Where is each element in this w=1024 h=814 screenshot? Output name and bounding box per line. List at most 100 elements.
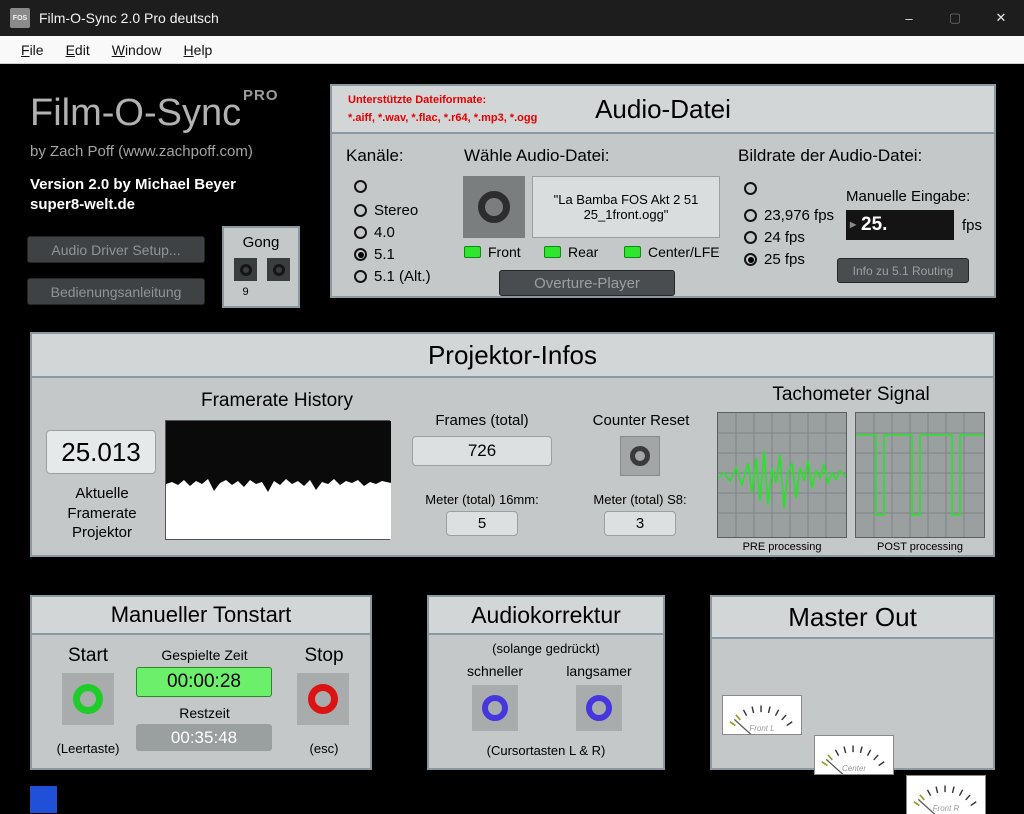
radio-bitrate-25[interactable] — [744, 253, 757, 266]
hold-hint: (solange gedrückt) — [429, 641, 663, 656]
radio-channels-stereo[interactable] — [354, 204, 367, 217]
rear-led-label: Rear — [568, 244, 598, 260]
app-icon: FOS — [10, 8, 30, 28]
current-framerate-display: 25.013 — [46, 430, 156, 474]
menu-help[interactable]: Help — [173, 42, 224, 58]
front-led-label: Front — [488, 244, 521, 260]
start-button[interactable] — [62, 673, 114, 725]
faster-button[interactable] — [472, 685, 518, 731]
overture-player-button[interactable]: Overture-Player — [499, 270, 675, 296]
vu-meter-front-r: Front R — [906, 775, 986, 814]
pre-processing-label: PRE processing — [717, 541, 847, 553]
korrektur-panel-header: Audiokorrektur — [429, 597, 663, 635]
manual-fps-input[interactable]: ▶ 25. — [846, 210, 954, 240]
main-canvas: Film-O-Sync PRO by Zach Poff (www.zachpo… — [0, 64, 1024, 813]
manual-start-panel: Manueller Tonstart Start (Leertaste) Ges… — [30, 595, 372, 770]
open-file-ring-icon — [478, 191, 510, 223]
front-led-indicator — [464, 246, 481, 258]
bitrate-label: Bildrate der Audio-Datei: — [738, 146, 922, 166]
center-lfe-led-label: Center/LFE — [648, 244, 720, 260]
slower-button[interactable] — [576, 685, 622, 731]
numberbox-arrow-icon: ▶ — [850, 220, 856, 229]
radio-bitrate-23976[interactable] — [744, 209, 757, 222]
audio-panel-title: Audio-Datei — [595, 94, 731, 125]
gong-title: Gong — [224, 234, 298, 251]
stop-key-hint: (esc) — [288, 741, 360, 756]
manual-button[interactable]: Bedienungsanleitung — [27, 278, 205, 305]
radio-channels-51alt[interactable] — [354, 270, 367, 283]
version-line1: Version 2.0 by Michael Beyer — [30, 176, 236, 193]
app-logo: Film-O-Sync — [30, 92, 241, 135]
radio-channels-51[interactable] — [354, 248, 367, 261]
blue-box — [30, 786, 57, 813]
tonstart-panel-header: Manueller Tonstart — [32, 597, 370, 635]
radio-channels-40[interactable] — [354, 226, 367, 239]
framerate-history-display — [165, 420, 390, 540]
radio-label: Stereo — [374, 202, 418, 219]
meter-s8-label: Meter (total) S8: — [570, 492, 710, 507]
routing-info-button[interactable]: Info zu 5.1 Routing — [837, 258, 969, 283]
maximize-button[interactable]: ▢ — [932, 0, 978, 36]
app-window: FOS Film-O-Sync 2.0 Pro deutsch – ▢ ✕ Fi… — [0, 0, 1024, 814]
radio-label: 5.1 (Alt.) — [374, 268, 431, 285]
manual-entry-label: Manuelle Eingabe: — [846, 188, 970, 205]
radio-label: 23,976 fps — [764, 207, 834, 224]
start-label: Start — [52, 645, 124, 667]
gong-button-2[interactable] — [267, 258, 290, 281]
window-title: Film-O-Sync 2.0 Pro deutsch — [39, 10, 219, 26]
frames-total-display: 726 — [412, 436, 552, 466]
gong-ring-icon — [240, 264, 252, 276]
audio-correction-panel: Audiokorrektur (solange gedrückt) schnel… — [427, 595, 665, 770]
counter-reset-label: Counter Reset — [571, 412, 711, 429]
meter-16mm-display: 5 — [446, 511, 518, 536]
menu-window[interactable]: Window — [101, 42, 173, 58]
radio-channels-none[interactable] — [354, 180, 367, 193]
manual-fps-value: 25. — [861, 214, 887, 236]
tachometer-pre-scope — [717, 412, 847, 538]
counter-reset-button[interactable] — [620, 436, 660, 476]
framerate-history-graph — [166, 421, 391, 539]
caption-line: Framerate — [40, 504, 164, 524]
stop-button[interactable] — [297, 673, 349, 725]
projector-panel-header: Projektor-Infos — [32, 334, 993, 378]
center-lfe-led-indicator — [624, 246, 641, 258]
radio-label: 25 fps — [764, 251, 805, 268]
gong-count: 9 — [234, 286, 257, 298]
menubar: File Edit Window Help — [0, 36, 1024, 64]
menu-file[interactable]: File — [10, 42, 55, 58]
post-processing-label: POST processing — [855, 541, 985, 553]
caption-line: Projektor — [40, 523, 164, 543]
rear-led-indicator — [544, 246, 561, 258]
version-line2: super8-welt.de — [30, 196, 135, 213]
radio-bitrate-none[interactable] — [744, 182, 757, 195]
slower-ring-icon — [586, 695, 612, 721]
open-file-button[interactable] — [463, 176, 525, 238]
menu-edit[interactable]: Edit — [55, 42, 101, 58]
frames-total-label: Frames (total) — [412, 412, 552, 429]
tachometer-label: Tachometer Signal — [717, 384, 985, 406]
cursor-keys-hint: (Cursortasten L & R) — [429, 743, 663, 758]
vu-meter-label: Front R — [907, 804, 985, 813]
radio-label: 5.1 — [374, 246, 395, 263]
channels-label: Kanäle: — [346, 146, 404, 166]
tachometer-post-scope — [855, 412, 985, 538]
filename-display: "La Bamba FOS Akt 2 51 25_1front.ogg" — [532, 176, 720, 238]
radio-bitrate-24[interactable] — [744, 231, 757, 244]
slower-label: langsamer — [553, 663, 645, 679]
korrektur-panel-title: Audiokorrektur — [471, 602, 621, 629]
rest-time-display: 00:35:48 — [136, 724, 272, 751]
minimize-button[interactable]: – — [886, 0, 932, 36]
master-panel-header: Master Out — [712, 597, 993, 639]
caption-line: Aktuelle — [40, 484, 164, 504]
formats-label: Unterstützte Dateiformate: — [348, 92, 537, 110]
gong-button-1[interactable] — [234, 258, 257, 281]
projector-info-panel: Projektor-Infos Framerate History 25.013… — [30, 332, 995, 557]
audio-panel-header: Unterstützte Dateiformate: *.aiff, *.wav… — [332, 86, 994, 134]
close-button[interactable]: ✕ — [978, 0, 1024, 36]
radio-label: 24 fps — [764, 229, 805, 246]
audio-driver-setup-button[interactable]: Audio Driver Setup... — [27, 236, 205, 263]
formats-list: *.aiff, *.wav, *.flac, *.r64, *.mp3, *.o… — [348, 110, 537, 128]
counter-reset-ring-icon — [630, 446, 650, 466]
vu-meter-front-l: Front L — [722, 695, 802, 735]
file-select-label: Wähle Audio-Datei: — [464, 146, 610, 166]
